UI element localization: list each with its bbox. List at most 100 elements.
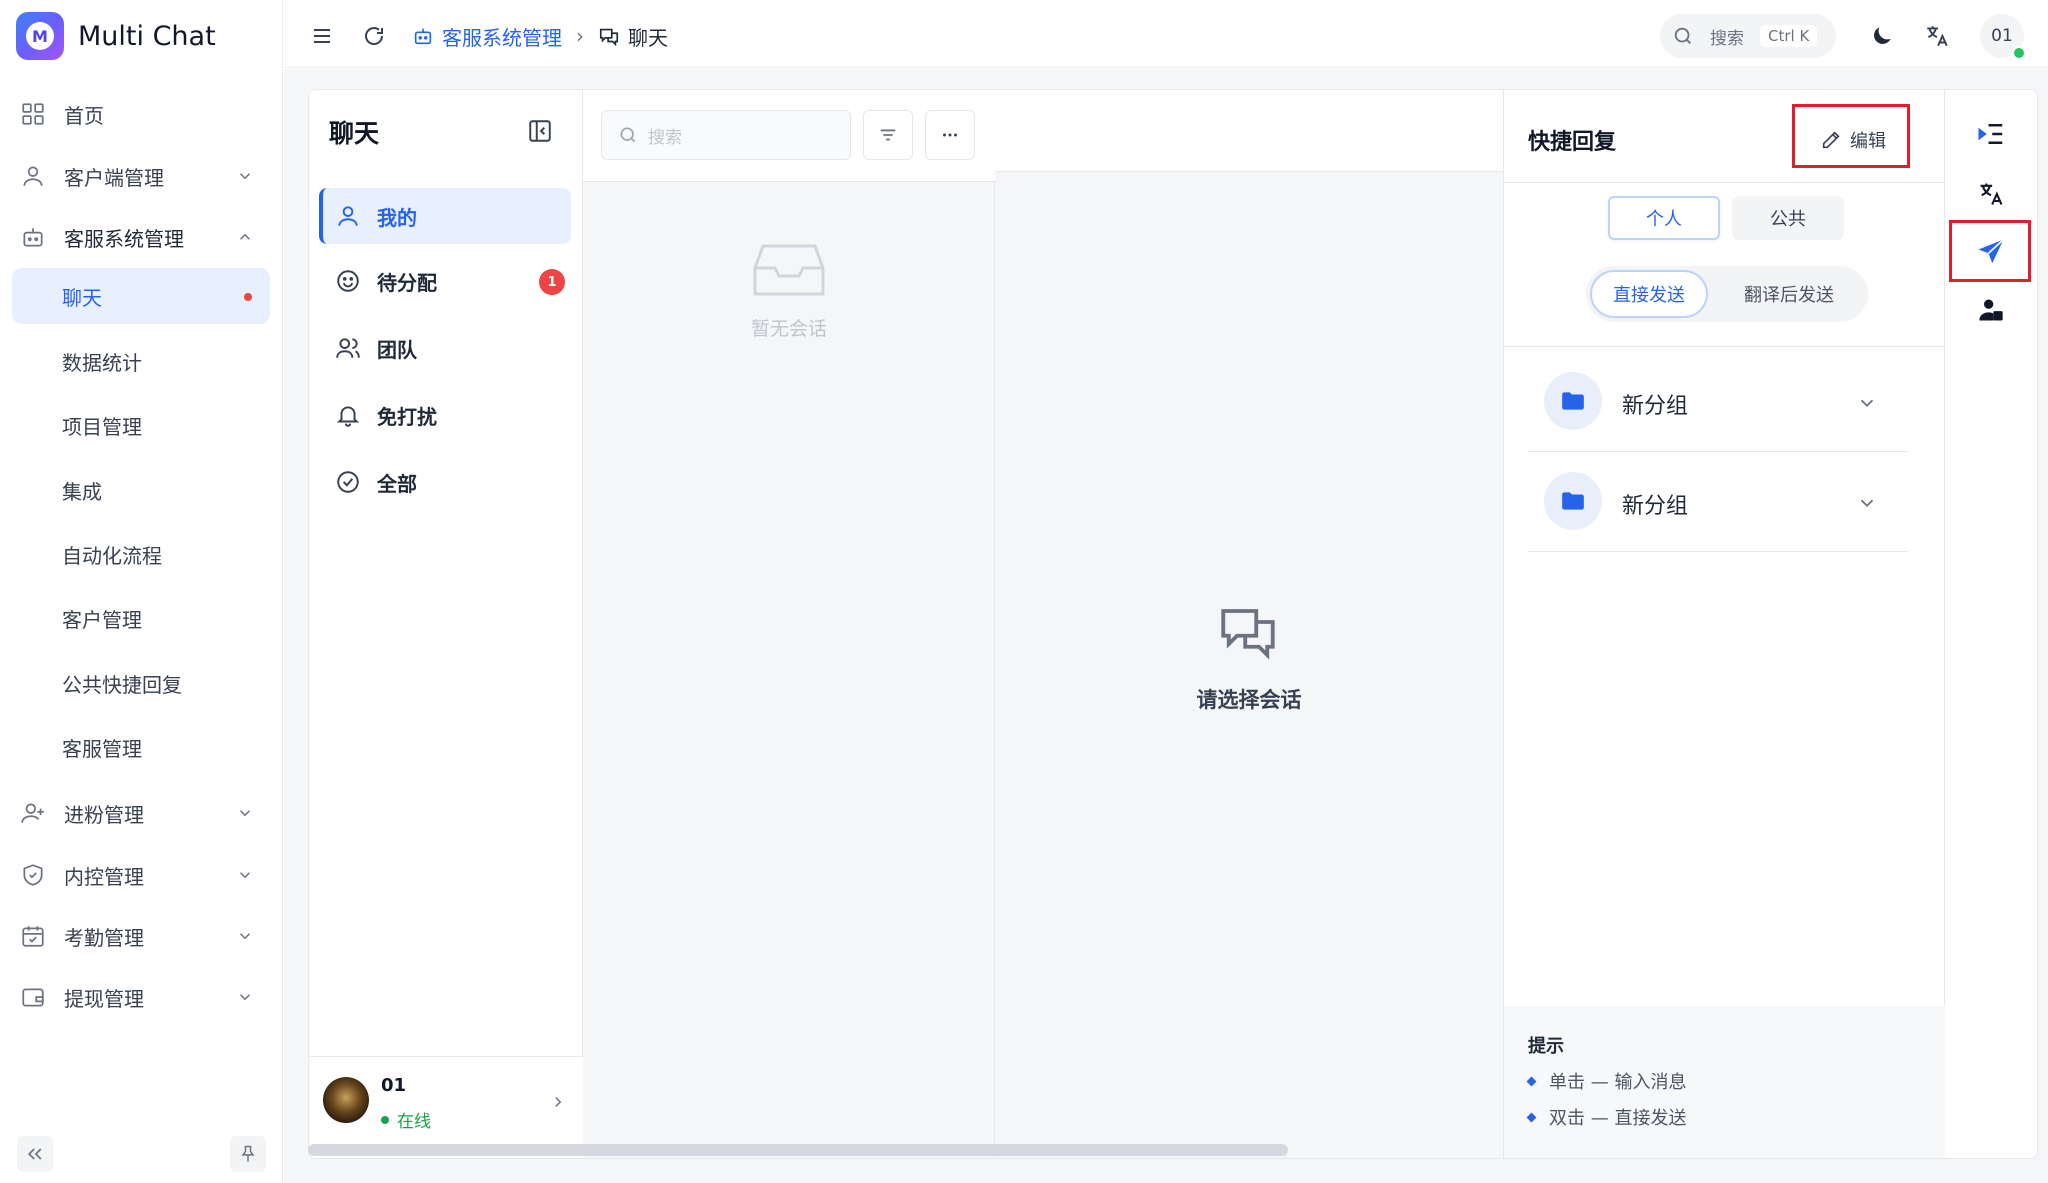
refresh-icon [365, 27, 384, 45]
tab-translate-send[interactable]: 翻译后发送 [1714, 270, 1864, 318]
chat-nav-label: 我的 [377, 205, 417, 230]
bullet-icon [1526, 1112, 1537, 1122]
tab-public[interactable]: 公共 [1732, 196, 1844, 240]
sidebar-item-label: 提现管理 [64, 986, 144, 1011]
select-conversation-text: 请选择会话 [1196, 688, 1302, 712]
user-avatar[interactable]: 01 [1980, 14, 2026, 60]
filter-button[interactable] [863, 110, 913, 160]
tip-text: 双击 — 直接发送 [1549, 1108, 1687, 1129]
quick-reply-group[interactable]: 新分组 [1528, 452, 1908, 552]
chevron-down-icon [239, 872, 251, 879]
filter-icon [880, 129, 896, 141]
bell-icon [336, 406, 360, 427]
translate-icon [1980, 183, 2003, 205]
search-icon [620, 127, 636, 143]
pin-sidebar-button[interactable] [230, 1136, 266, 1172]
calendar-check-icon [22, 926, 44, 947]
user-plus-icon [21, 803, 44, 823]
quick-reply-title: 快捷回复 [1528, 130, 1617, 155]
quick-reply-group[interactable]: 新分组 [1528, 352, 1908, 452]
toggle-panel-button[interactable] [1967, 110, 2015, 158]
current-user-status: 在线 [381, 1107, 431, 1132]
chat-nav-mine[interactable]: 我的 [319, 188, 571, 244]
chat-nav-unassigned[interactable]: 待分配 1 [319, 253, 571, 309]
breadcrumb-parent[interactable]: 客服系统管理 [412, 22, 562, 51]
current-user-status-label: 在线 [397, 1112, 431, 1132]
chat-nav-label: 免打扰 [377, 404, 437, 429]
tips-box: 提示 单击 — 输入消息 双击 — 直接发送 [1504, 1006, 1946, 1158]
robot-icon [23, 228, 43, 247]
folder-icon [1544, 372, 1602, 430]
sidebar-item-label: 考勤管理 [64, 925, 144, 950]
chevron-down-icon [239, 810, 251, 817]
tab-translate-send-label: 翻译后发送 [1744, 285, 1834, 306]
collapse-sidebar-button[interactable] [17, 1136, 53, 1172]
conversation-list-toolbar: 搜索 [583, 90, 995, 182]
sidebar-item-home[interactable]: 首页 [12, 86, 270, 142]
breadcrumb-parent-label: 客服系统管理 [442, 25, 562, 50]
sidebar-item-agents[interactable]: 客服管理 [12, 719, 270, 775]
tip-text: 单击 — 输入消息 [1549, 1072, 1687, 1093]
user-initials: 01 [1991, 26, 2013, 46]
user-icon [23, 166, 43, 186]
user-card-icon [1979, 299, 2003, 321]
chat-nav-team[interactable]: 团队 [319, 320, 571, 376]
sidebar-item-fans[interactable]: 进粉管理 [12, 785, 270, 841]
sidebar-item-withdrawal[interactable]: 提现管理 [12, 969, 270, 1025]
chat-nav-label: 团队 [377, 337, 417, 362]
robot-icon [414, 28, 432, 45]
shield-icon [23, 864, 43, 886]
grid-icon [22, 103, 44, 125]
sidebar-item-customers[interactable]: 客户管理 [12, 590, 270, 646]
sidebar-item-client-management[interactable]: 客户端管理 [12, 148, 270, 204]
app-name: Multi Chat [78, 20, 216, 52]
folder-icon [1544, 472, 1602, 530]
chat-bubbles-icon [1221, 609, 1275, 660]
chat-nav-all[interactable]: 全部 [319, 454, 571, 510]
conversation-view: 请选择会话 [995, 90, 1503, 1158]
translate-tool-button[interactable] [1967, 170, 2015, 218]
sidebar-item-projects[interactable]: 项目管理 [12, 397, 270, 453]
sidebar-item-support-system[interactable]: 客服系统管理 [12, 209, 270, 265]
sidebar-item-integration[interactable]: 集成 [12, 462, 270, 518]
menu-toggle-button[interactable] [304, 18, 340, 54]
empty-conversations-text: 暂无会话 [750, 318, 827, 340]
sidebar-item-label: 聊天 [62, 285, 102, 310]
online-indicator [2012, 46, 2026, 60]
tab-public-label: 公共 [1770, 209, 1806, 230]
sidebar-item-attendance[interactable]: 考勤管理 [12, 908, 270, 964]
language-button[interactable] [1919, 18, 1955, 54]
tab-personal[interactable]: 个人 [1608, 196, 1720, 240]
quick-reply-group-name: 新分组 [1622, 494, 1689, 519]
chevron-down-icon [1860, 499, 1874, 508]
theme-toggle-button[interactable] [1864, 18, 1900, 54]
sidebar-item-label: 自动化流程 [62, 543, 162, 568]
quick-reply-panel: 快捷回复 编辑 个人 公共 直接发送 翻译后发送 新分组 新分组 提示 单击 —… [1503, 90, 1946, 1158]
app-logo-letter: M [26, 22, 54, 50]
sidebar: M Multi Chat 首页 客户端管理 客服系统管理 聊天 数据统计 项目管… [0, 0, 283, 1183]
sidebar-item-automation[interactable]: 自动化流程 [12, 526, 270, 582]
double-chevron-left-icon [27, 1148, 42, 1160]
chevron-down-icon [239, 933, 251, 940]
chat-nav-title: 聊天 [329, 119, 380, 148]
conversation-search-input[interactable]: 搜索 [601, 110, 851, 160]
sidebar-item-public-quick-replies[interactable]: 公共快捷回复 [12, 655, 270, 711]
chat-nav-label: 全部 [377, 471, 417, 496]
horizontal-scrollbar[interactable] [308, 1144, 1288, 1156]
refresh-button[interactable] [356, 18, 392, 54]
collapse-panel-icon[interactable] [527, 118, 553, 144]
global-search[interactable]: 搜索 Ctrl K [1660, 14, 1836, 58]
brand[interactable]: M Multi Chat [16, 10, 216, 62]
main-area: 聊天 我的 待分配 1 团队 免打扰 全部 01 在线 搜索 暂无会话 请选择会… [284, 69, 2048, 1183]
chat-nav-label: 待分配 [377, 270, 437, 295]
sidebar-item-statistics[interactable]: 数据统计 [12, 333, 270, 389]
customer-info-tool-button[interactable] [1967, 286, 2015, 334]
more-options-button[interactable] [925, 110, 975, 160]
tips-title: 提示 [1528, 1036, 1564, 1057]
chat-nav-do-not-disturb[interactable]: 免打扰 [319, 387, 571, 443]
tab-direct-send[interactable]: 直接发送 [1590, 270, 1708, 318]
global-search-label: 搜索 [1710, 28, 1744, 49]
menu-icon [314, 29, 330, 43]
sidebar-item-chat[interactable]: 聊天 [12, 268, 270, 324]
sidebar-item-internal-control[interactable]: 内控管理 [12, 847, 270, 903]
